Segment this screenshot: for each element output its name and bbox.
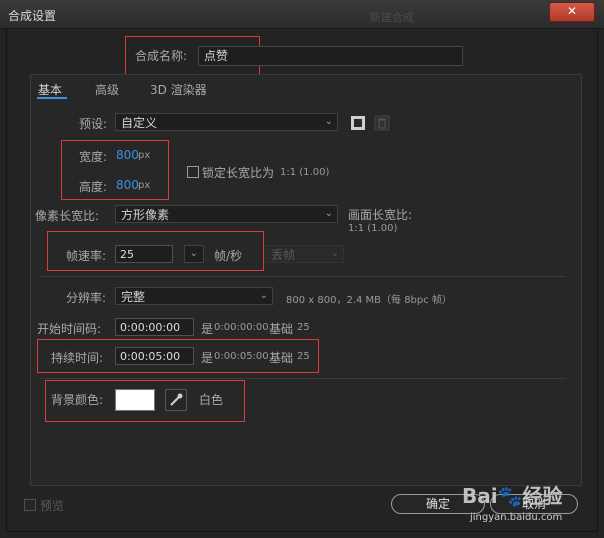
watermark-brand-a: Bai xyxy=(462,484,498,508)
title-bar xyxy=(0,0,604,29)
save-preset-button[interactable] xyxy=(350,115,366,131)
height-value[interactable]: 800 xyxy=(116,178,139,192)
active-tab-indicator xyxy=(37,97,67,99)
comp-name-input[interactable]: 点赞 xyxy=(198,46,463,66)
eyedropper-button[interactable] xyxy=(165,389,187,411)
pixel-aspect-select[interactable]: 方形像素 ⌄ xyxy=(115,205,338,223)
width-unit: px xyxy=(138,150,151,161)
width-label: 宽度: xyxy=(79,150,108,164)
preview-checkbox[interactable] xyxy=(24,499,36,511)
duration-base-label: 基础 xyxy=(269,351,294,365)
watermark-paw-icon: 🐾 xyxy=(497,484,523,508)
preset-value: 自定义 xyxy=(121,116,158,130)
start-timecode-base-label: 基础 xyxy=(269,322,294,336)
tab-3d-renderer[interactable]: 3D 渲染器 xyxy=(150,81,207,98)
tab-basic[interactable]: 基本 xyxy=(38,81,62,98)
start-timecode-input[interactable]: 0:00:00:00 xyxy=(115,318,194,336)
preset-select[interactable]: 自定义 ⌄ xyxy=(115,113,338,131)
window-title: 合成设置 xyxy=(8,9,57,23)
start-timecode-is-prefix: 是 xyxy=(201,322,214,336)
drop-frame-value: 丢帧 xyxy=(271,248,296,262)
settings-panel xyxy=(30,74,582,486)
delete-preset-button[interactable] xyxy=(374,115,390,131)
preview-label: 预览 xyxy=(40,499,65,513)
chevron-down-icon: ⌄ xyxy=(324,116,333,127)
duration-input[interactable]: 0:00:05:00 xyxy=(115,347,194,365)
drop-frame-select: 丢帧 ⌄ xyxy=(265,245,344,263)
highlight-size xyxy=(61,140,169,200)
chevron-down-icon: ⌄ xyxy=(189,248,198,259)
width-value[interactable]: 800 xyxy=(116,148,139,162)
preset-label: 预设: xyxy=(79,117,108,131)
frame-rate-input[interactable]: 25 xyxy=(115,245,173,263)
height-label: 高度: xyxy=(79,180,108,194)
lock-aspect-label: 锁定长宽比为 xyxy=(202,166,275,180)
resolution-select[interactable]: 完整 ⌄ xyxy=(115,287,273,305)
background-color-swatch[interactable] xyxy=(115,389,155,411)
frame-rate-unit: 帧/秒 xyxy=(214,249,243,263)
height-unit: px xyxy=(138,180,151,191)
background-window-title: 新建合成 xyxy=(370,11,414,24)
frame-aspect-value: 1:1 (1.00) xyxy=(348,223,398,234)
duration-base-value: 25 xyxy=(297,351,310,362)
close-button[interactable]: ✕ xyxy=(549,2,595,22)
start-timecode-is-value: 0:00:00:00 xyxy=(214,322,269,333)
background-color-name: 白色 xyxy=(199,393,224,407)
start-timecode-base-value: 25 xyxy=(297,322,310,333)
close-icon: ✕ xyxy=(566,4,578,18)
section-divider xyxy=(40,378,566,379)
duration-is-prefix: 是 xyxy=(201,351,214,365)
background-color-label: 背景颜色: xyxy=(51,393,104,407)
save-preset-icon xyxy=(351,116,365,130)
trash-icon xyxy=(374,115,390,131)
frame-aspect-label: 画面长宽比: xyxy=(348,208,413,222)
eyedropper-icon xyxy=(170,393,183,406)
lock-aspect-checkbox[interactable] xyxy=(187,166,199,178)
start-timecode-label: 开始时间码: xyxy=(37,322,102,336)
tab-advanced[interactable]: 高级 xyxy=(95,81,119,98)
pixel-aspect-label: 像素长宽比: xyxy=(35,209,100,223)
chevron-down-icon: ⌄ xyxy=(324,208,333,219)
duration-label: 持续时间: xyxy=(51,351,104,365)
section-divider xyxy=(40,276,566,277)
watermark-url: jingyan.baidu.com xyxy=(470,512,563,523)
watermark-brand-b: 经验 xyxy=(522,484,563,508)
comp-name-label: 合成名称: xyxy=(135,49,188,63)
lock-aspect-ratio: 1:1 (1.00) xyxy=(280,167,330,178)
resolution-label: 分辨率: xyxy=(66,291,107,305)
resolution-info: 800 x 800，2.4 MB（每 8bpc 帧） xyxy=(286,295,452,306)
duration-is-value: 0:00:05:00 xyxy=(214,351,269,362)
pixel-aspect-value: 方形像素 xyxy=(121,208,170,222)
watermark-brand: Bai🐾经验 xyxy=(462,480,563,509)
resolution-value: 完整 xyxy=(121,290,146,304)
frame-rate-label: 帧速率: xyxy=(66,249,107,263)
chevron-down-icon: ⌄ xyxy=(259,290,268,301)
chevron-down-icon: ⌄ xyxy=(330,248,339,259)
frame-rate-dropdown[interactable]: ⌄ xyxy=(184,245,204,263)
